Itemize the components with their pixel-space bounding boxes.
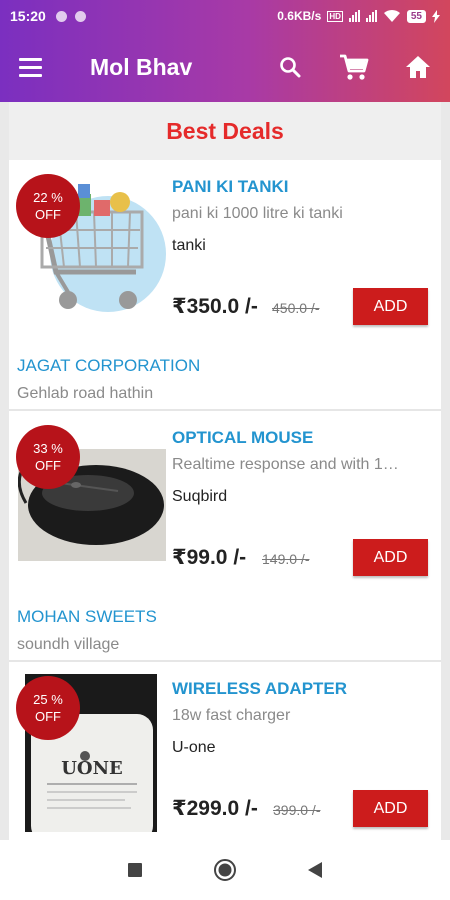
home-circle-icon[interactable]: [180, 840, 270, 900]
product-price: ₹350.0 /-: [172, 295, 258, 318]
cart-icon[interactable]: [322, 32, 386, 102]
product-card[interactable]: 33 % OFF OPTICAL MOUSE Realtime response…: [9, 411, 441, 662]
discount-badge: 25 % OFF: [16, 676, 80, 740]
product-mrp: 450.0 /-: [272, 300, 320, 316]
product-mrp: 399.0 /-: [273, 802, 321, 818]
product-name[interactable]: PANI KI TANKI: [172, 177, 288, 197]
status-time: 15:20: [10, 8, 46, 24]
add-button[interactable]: ADD: [353, 539, 428, 576]
discount-percent: 25 %: [33, 692, 63, 707]
volte-icon: HD: [327, 10, 343, 22]
signal-icon: [348, 10, 360, 22]
product-mrp: 149.0 /-: [262, 551, 310, 567]
discount-badge: 33 % OFF: [16, 425, 80, 489]
recents-icon[interactable]: [90, 840, 180, 900]
shop-name[interactable]: MOHAN SWEETS: [17, 607, 157, 627]
product-price: ₹99.0 /-: [172, 546, 247, 569]
notification-icon: [74, 10, 86, 22]
section-header: Best Deals: [9, 102, 441, 160]
menu-icon[interactable]: [0, 32, 60, 102]
product-price: ₹299.0 /-: [172, 797, 258, 820]
system-nav-bar: [0, 840, 450, 900]
discount-percent: 22 %: [33, 190, 63, 205]
product-card[interactable]: UONE 25 % OFF WIRELESS ADAPTER 18w fast …: [9, 662, 441, 840]
discount-off: OFF: [35, 458, 61, 473]
wifi-icon: [383, 9, 400, 22]
product-description: 18w fast charger: [172, 707, 291, 724]
shop-address: Gehlab road hathin: [17, 385, 154, 402]
charging-icon: [432, 9, 440, 23]
product-description: pani ki 1000 litre ki tanki: [172, 205, 343, 222]
discount-percent: 33 %: [33, 441, 63, 456]
product-name[interactable]: WIRELESS ADAPTER: [172, 679, 347, 699]
add-button[interactable]: ADD: [353, 288, 428, 325]
add-button[interactable]: ADD: [353, 790, 428, 827]
discount-badge: 22 % OFF: [16, 174, 80, 238]
network-speed: 0.6KB/s: [277, 9, 322, 23]
svg-text:UONE: UONE: [61, 758, 123, 779]
discount-off: OFF: [35, 207, 61, 222]
app-title: Mol Bhav: [90, 53, 193, 80]
status-right: 0.6KB/s HD 55: [277, 9, 440, 23]
shop-address: soundh village: [17, 636, 120, 653]
product-brand: Suqbird: [172, 488, 228, 505]
notification-icon: [55, 10, 67, 22]
product-list[interactable]: Best Deals 22 % OFF PANI KI TANKI pani k…: [9, 102, 441, 840]
search-icon[interactable]: [258, 32, 322, 102]
product-brand: U-one: [172, 739, 216, 756]
status-bar: 15:20 0.6KB/s HD 55: [0, 0, 450, 32]
product-brand: tanki: [172, 237, 206, 254]
shop-name[interactable]: JAGAT CORPORATION: [17, 356, 200, 376]
product-card[interactable]: 22 % OFF PANI KI TANKI pani ki 1000 litr…: [9, 160, 441, 411]
signal-icon: [365, 10, 377, 22]
product-description: Realtime response and with 1…: [172, 456, 399, 473]
product-name[interactable]: OPTICAL MOUSE: [172, 428, 313, 448]
section-title: Best Deals: [166, 117, 284, 144]
home-icon[interactable]: [386, 32, 450, 102]
app-bar: Mol Bhav: [0, 32, 450, 102]
discount-off: OFF: [35, 709, 61, 724]
back-icon[interactable]: [270, 840, 360, 900]
battery-icon: 55: [406, 9, 426, 23]
